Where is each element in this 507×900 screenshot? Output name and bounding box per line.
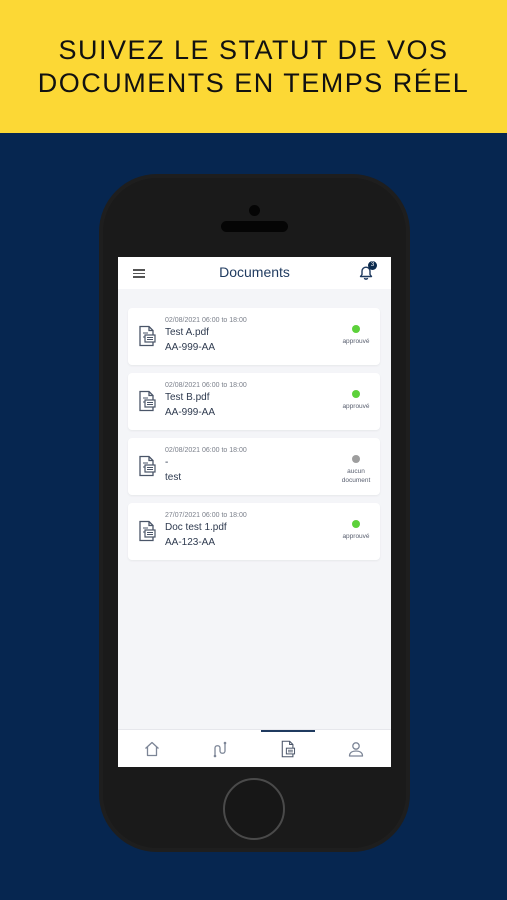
notification-badge: 3	[368, 261, 377, 270]
home-icon	[145, 741, 159, 757]
status-dot	[352, 390, 360, 398]
banner-headline-line-2: DOCUMENTS EN TEMPS RÉEL	[37, 67, 470, 98]
phone-frame: Documents 3 02/08/2021 06:00 to 18:00 Te…	[99, 174, 410, 852]
document-status: approuvé	[336, 520, 376, 541]
nav-profile[interactable]	[322, 730, 390, 767]
document-status: aucun document	[336, 455, 376, 485]
document-date-range: 02/08/2021 06:00 to 18:00	[165, 447, 247, 454]
document-date-range: 02/08/2021 06:00 to 18:00	[165, 382, 247, 389]
hamburger-menu-icon[interactable]	[133, 269, 145, 278]
document-file-icon	[139, 325, 156, 347]
earpiece-speaker	[221, 221, 288, 232]
status-label: approuvé	[342, 403, 370, 410]
status-label: approuvé	[342, 533, 370, 540]
document-date-range: 02/08/2021 06:00 to 18:00	[165, 317, 247, 324]
document-file-icon	[139, 455, 156, 477]
document-plate-number: AA-999-AA	[165, 407, 216, 418]
status-dot	[352, 520, 360, 528]
front-camera	[249, 205, 260, 216]
status-label: approuvé	[342, 338, 370, 345]
document-filename: Doc test 1.pdf	[165, 522, 227, 533]
home-button[interactable]	[223, 778, 285, 840]
document-card[interactable]: 02/08/2021 06:00 to 18:00 Test B.pdf AA-…	[128, 373, 380, 430]
active-tab-indicator	[261, 730, 315, 732]
document-plate-number: AA-999-AA	[165, 342, 216, 353]
app-screen: Documents 3 02/08/2021 06:00 to 18:00 Te…	[118, 257, 391, 767]
nav-home[interactable]	[118, 730, 186, 767]
status-dot	[352, 325, 360, 333]
status-dot	[352, 455, 360, 463]
profile-icon	[348, 742, 364, 757]
bottom-navigation	[118, 729, 391, 767]
document-file-icon	[139, 520, 156, 542]
page-title: Documents	[219, 264, 290, 280]
document-filename: Test A.pdf	[165, 327, 209, 338]
status-label: aucun document	[341, 468, 371, 484]
app-header: Documents 3	[118, 257, 391, 289]
bell-icon[interactable]: 3	[358, 261, 377, 283]
document-plate-number: test	[165, 472, 182, 483]
document-file-icon	[139, 390, 156, 412]
nav-documents[interactable]	[254, 730, 322, 767]
promo-banner: SUIVEZ LE STATUT DE VOS DOCUMENTS EN TEM…	[0, 0, 507, 133]
document-card[interactable]: 27/07/2021 06:00 to 18:00 Doc test 1.pdf…	[128, 503, 380, 560]
document-date-range: 27/07/2021 06:00 to 18:00	[165, 512, 247, 519]
documents-icon	[281, 740, 296, 758]
document-card[interactable]: 02/08/2021 06:00 to 18:00 Test A.pdf AA-…	[128, 308, 380, 365]
documents-list: 02/08/2021 06:00 to 18:00 Test A.pdf AA-…	[128, 308, 380, 568]
document-card[interactable]: 02/08/2021 06:00 to 18:00 - test aucun d…	[128, 438, 380, 495]
document-filename: -	[165, 457, 169, 468]
route-icon	[213, 741, 227, 758]
document-plate-number: AA-123-AA	[165, 537, 216, 548]
nav-route[interactable]	[186, 730, 254, 767]
document-status: approuvé	[336, 325, 376, 346]
banner-headline-line-1: SUIVEZ LE STATUT DE VOS	[58, 34, 449, 65]
document-filename: Test B.pdf	[165, 392, 210, 403]
document-status: approuvé	[336, 390, 376, 411]
